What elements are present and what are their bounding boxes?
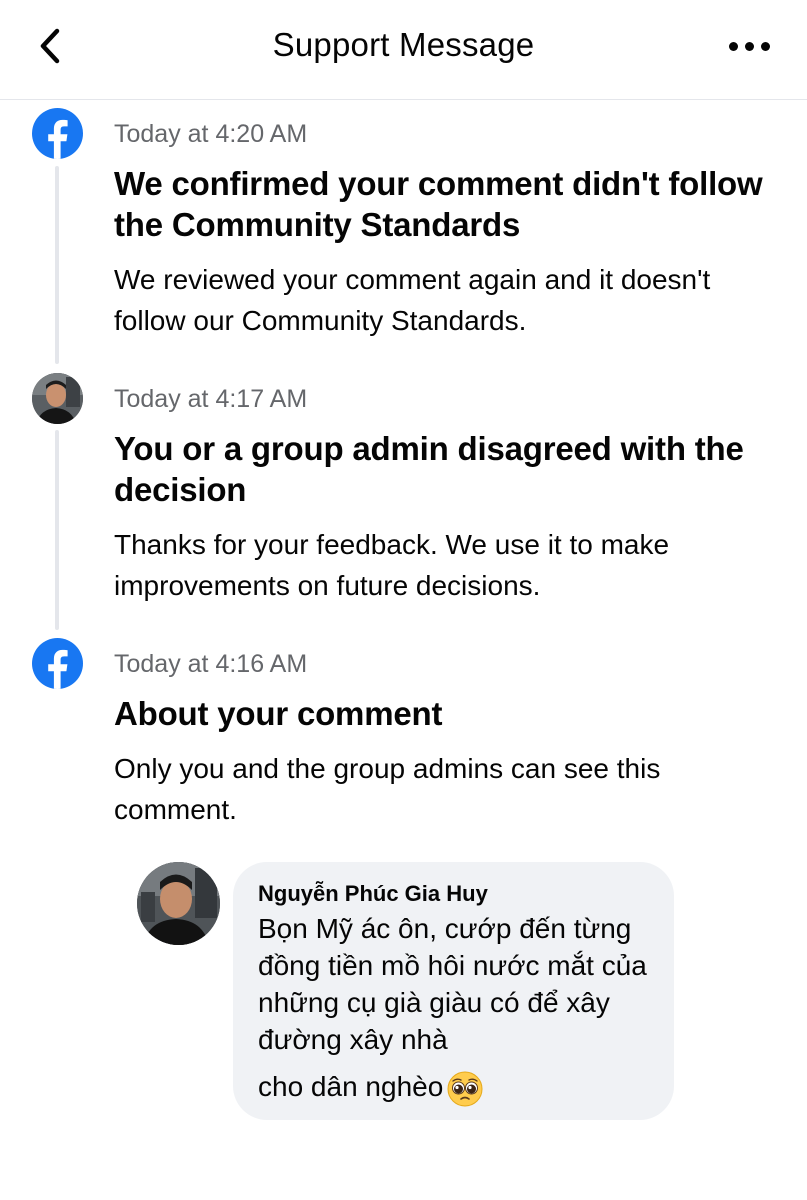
timeline-entry: Today at 4:17 AM You or a group admin di… (114, 384, 764, 606)
comment-text-last-line: cho dân nghèo (258, 1068, 650, 1107)
entry-title: You or a group admin disagreed with the … (114, 430, 744, 508)
pleading-face-emoji (447, 1071, 483, 1107)
timeline-entry: Today at 4:20 AM We confirmed your comme… (114, 119, 764, 341)
entry-title: About your comment (114, 695, 443, 732)
comment-author-name[interactable]: Nguyễn Phúc Gia Huy (258, 880, 650, 908)
timeline-connector (55, 166, 59, 364)
more-options-button[interactable] (719, 28, 779, 64)
page-title: Support Message (272, 26, 535, 63)
entry-timestamp: Today at 4:16 AM (114, 650, 308, 678)
timeline-entry: Today at 4:16 AM About your comment Only… (114, 649, 764, 830)
entry-body: We reviewed your comment again and it do… (114, 264, 711, 336)
more-horizontal-icon (728, 41, 738, 51)
comment-author-avatar[interactable] (137, 862, 220, 945)
timeline-connector (55, 430, 59, 630)
header-bar: Support Message (0, 0, 807, 100)
comment-text-end: cho dân nghèo (258, 1071, 444, 1102)
entry-timestamp: Today at 4:20 AM (114, 120, 308, 148)
facebook-logo-icon (32, 108, 83, 159)
comment-text-main: Bọn Mỹ ác ôn, cướp đến từng đồng tiền mồ… (258, 913, 647, 1055)
user-avatar[interactable] (32, 373, 83, 424)
entry-body: Thanks for your feedback. We use it to m… (114, 529, 670, 601)
comment-bubble[interactable]: Nguyễn Phúc Gia Huy Bọn Mỹ ác ôn, cướp đ… (233, 862, 674, 1120)
comment-text: Bọn Mỹ ác ôn, cướp đến từng đồng tiền mồ… (258, 910, 650, 1107)
entry-title: We confirmed your comment didn't follow … (114, 165, 763, 243)
facebook-logo-icon (32, 638, 83, 689)
entry-timestamp: Today at 4:17 AM (114, 385, 308, 413)
entry-body: Only you and the group admins can see th… (114, 753, 661, 825)
